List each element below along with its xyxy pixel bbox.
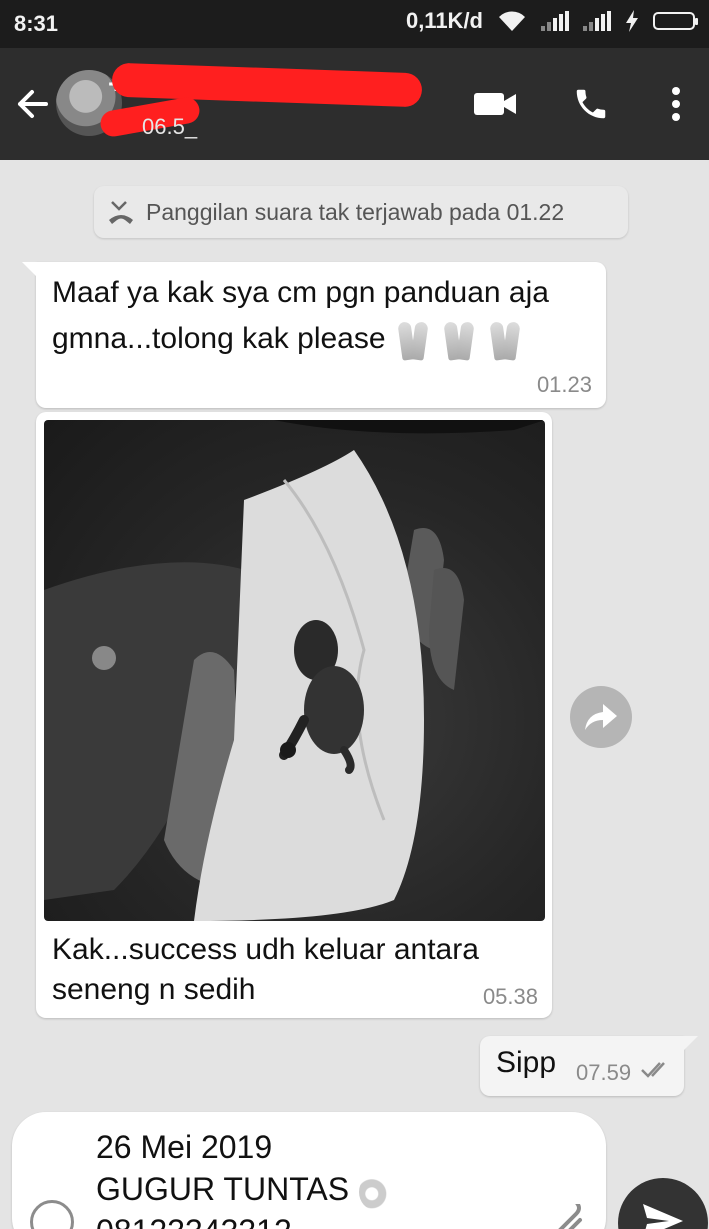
- ok-hand-icon: [359, 1173, 392, 1210]
- composer-line-text: GUGUR TUNTAS: [96, 1171, 350, 1207]
- send-icon: [643, 1204, 683, 1229]
- incoming-message[interactable]: Maaf ya kak sya cm pgn panduan aja gmna.…: [22, 262, 606, 408]
- missed-call-icon: [109, 201, 133, 224]
- chat-area[interactable]: Panggilan suara tak terjawab pada 01.22 …: [0, 160, 709, 1229]
- status-time: 8:31: [14, 11, 59, 36]
- composer-line: 08123343312: [96, 1210, 556, 1229]
- video-call-icon: [474, 93, 516, 115]
- voice-call-button[interactable]: [566, 82, 616, 126]
- missed-call-text: Panggilan suara tak terjawab pada 01.22: [146, 198, 565, 225]
- signal-icon: [583, 11, 611, 31]
- video-call-button[interactable]: [470, 82, 520, 126]
- composer-line: 26 Mei 2019: [96, 1129, 273, 1165]
- status-bar: 8:31 0,11K/d: [0, 0, 709, 48]
- status-icons: 0,11K/d: [405, 8, 698, 34]
- charging-icon: [626, 10, 638, 32]
- arrow-left-icon[interactable]: [12, 84, 52, 124]
- double-check-icon: [641, 1062, 665, 1078]
- photo-content: [44, 420, 545, 921]
- voice-call-icon: [576, 89, 606, 119]
- last-seen: 06.5_: [142, 114, 198, 139]
- more-vertical-icon: [672, 87, 680, 121]
- photo-caption: Kak...success udh keluar antara seneng n…: [52, 933, 479, 1006]
- missed-call-notice: Panggilan suara tak terjawab pada 01.22: [94, 186, 628, 238]
- emoji-icon[interactable]: [30, 1200, 74, 1229]
- battery-icon: [653, 12, 698, 30]
- incoming-image-message[interactable]: Kak...success udh keluar antara seneng n…: [36, 412, 552, 1018]
- message-text: Maaf ya kak sya cm pgn panduan aja gmna.…: [52, 270, 592, 362]
- message-composer[interactable]: 26 Mei 2019 GUGUR TUNTAS 08123343312: [12, 1112, 606, 1229]
- paperclip-icon[interactable]: [542, 1204, 586, 1229]
- composer-line: GUGUR TUNTAS: [96, 1168, 556, 1210]
- message-time: 05.38: [482, 984, 538, 1009]
- message-photo[interactable]: [44, 420, 545, 921]
- outgoing-message[interactable]: Sipp 07.59: [480, 1036, 698, 1096]
- message-time: 01.23: [536, 372, 592, 397]
- message-text: Sipp: [496, 1046, 557, 1079]
- wifi-icon: [499, 11, 525, 31]
- chat-header: +62 8xx xxxx xx56 ... 06.5_: [0, 48, 709, 160]
- signal-icon: [541, 11, 569, 31]
- forward-button[interactable]: [570, 686, 632, 748]
- forward-icon: [585, 704, 617, 730]
- message-input[interactable]: 26 Mei 2019 GUGUR TUNTAS 08123343312: [96, 1126, 556, 1229]
- message-time: 07.59: [576, 1060, 632, 1085]
- folded-hands-icon: [398, 320, 520, 360]
- bubble-tail: [682, 1036, 698, 1052]
- bubble-tail: [22, 262, 38, 278]
- more-options-button[interactable]: [652, 82, 700, 126]
- network-speed: 0,11K/d: [405, 8, 483, 33]
